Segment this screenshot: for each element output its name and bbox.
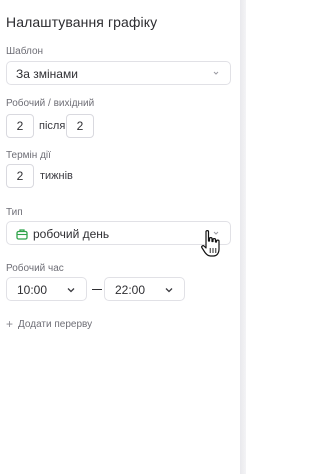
type-value: робочий день xyxy=(33,227,110,241)
period-unit-text: тижнів xyxy=(40,170,73,182)
period-input[interactable]: 2 xyxy=(6,164,34,188)
type-select[interactable]: робочий день xyxy=(6,221,231,245)
add-break-label: Додати перерву xyxy=(18,318,93,330)
work-time-label: Робочий час xyxy=(6,263,64,274)
type-label: Тип xyxy=(6,207,23,218)
work-days-input[interactable]: 2 xyxy=(6,114,34,138)
panel-edge xyxy=(240,0,246,474)
schedule-settings-panel: Налаштування графіку Шаблон За змінами Р… xyxy=(0,0,240,474)
panel-title: Налаштування графіку xyxy=(6,14,158,30)
add-break-button[interactable]: + Додати перерву xyxy=(6,317,92,331)
work-off-label: Робочий / вихідний xyxy=(6,98,95,109)
briefcase-icon xyxy=(16,229,28,240)
after-text: після xyxy=(39,120,66,132)
template-label: Шаблон xyxy=(6,46,44,57)
chevron-down-icon xyxy=(165,288,173,293)
start-time-select[interactable]: 10:00 xyxy=(6,277,87,301)
start-time-value: 10:00 xyxy=(17,283,48,297)
chevron-down-icon xyxy=(213,71,219,75)
chevron-down-icon xyxy=(67,288,75,293)
end-time-select[interactable]: 22:00 xyxy=(104,277,185,301)
template-select[interactable]: За змінами xyxy=(6,61,231,85)
off-days-input[interactable]: 2 xyxy=(66,114,94,138)
template-value: За змінами xyxy=(16,67,78,81)
time-separator xyxy=(92,289,102,290)
hand-pointer-cursor-icon xyxy=(201,230,220,257)
end-time-value: 22:00 xyxy=(115,283,146,297)
plus-icon: + xyxy=(6,317,14,331)
period-label: Термін дії xyxy=(6,150,51,161)
